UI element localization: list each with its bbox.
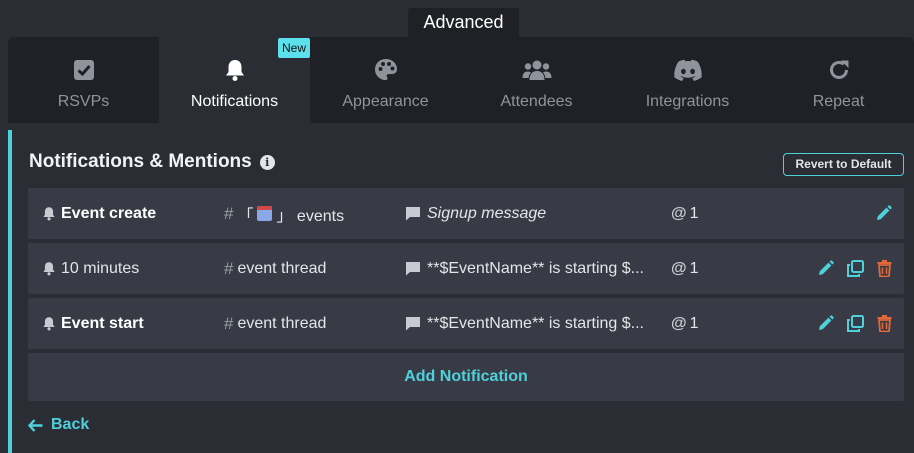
- notifications-panel: Notifications & Mentions i Revert to Def…: [8, 130, 914, 453]
- tab-label: Attendees: [500, 93, 573, 110]
- tab-attendees[interactable]: Attendees: [461, 37, 612, 123]
- tab-repeat[interactable]: Repeat: [763, 37, 914, 123]
- discord-icon: [673, 56, 702, 84]
- bell-icon: [42, 316, 56, 331]
- tab-bar: RSVPs Notifications New Appearance Atten…: [8, 37, 914, 123]
- at-icon: @: [671, 259, 687, 277]
- bell-icon: [42, 261, 56, 276]
- notification-name-text: 10 minutes: [61, 259, 140, 277]
- hash-icon: #: [224, 258, 234, 278]
- panel-title: Notifications & Mentions i: [29, 151, 275, 173]
- tab-label: Notifications: [190, 93, 279, 110]
- message-icon: [405, 206, 421, 221]
- table-row: Event create # 「 」 events Signup message…: [28, 188, 904, 239]
- notification-channel: # event thread: [224, 243, 326, 294]
- tab-label: Integrations: [645, 93, 730, 110]
- add-notification-button[interactable]: Add Notification: [28, 353, 904, 401]
- at-icon: @: [671, 204, 687, 222]
- info-icon[interactable]: i: [259, 154, 275, 170]
- trash-icon[interactable]: [877, 315, 892, 332]
- tab-label: Appearance: [342, 93, 429, 110]
- notification-channel: # event thread: [224, 298, 326, 349]
- users-icon: [522, 56, 552, 84]
- bell-icon: [224, 56, 246, 84]
- mention-count: 1: [689, 204, 699, 222]
- redo-icon: [827, 56, 851, 84]
- table-row: Event start # event thread **$EventName*…: [28, 298, 904, 349]
- message-icon: [405, 261, 421, 276]
- bell-icon: [42, 206, 56, 221]
- calendar-icon: [257, 206, 273, 221]
- palette-icon: [374, 56, 398, 84]
- notification-name-text: Event create: [61, 204, 157, 222]
- revert-to-default-button[interactable]: Revert to Default: [783, 153, 904, 176]
- table-row: 10 minutes # event thread **$EventName**…: [28, 243, 904, 294]
- checkbox-icon: [73, 56, 95, 84]
- new-badge: New: [277, 38, 310, 58]
- copy-icon[interactable]: [847, 315, 864, 332]
- notification-mentions: @ 1: [671, 243, 699, 294]
- notification-list: Event create # 「 」 events Signup message…: [28, 188, 904, 401]
- message-text: **$EventName** is starting $...: [427, 259, 644, 277]
- tab-label: Repeat: [812, 93, 865, 110]
- hash-icon: #: [224, 313, 234, 333]
- tab-appearance[interactable]: Appearance: [310, 37, 461, 123]
- tab-notifications[interactable]: Notifications New: [159, 37, 310, 123]
- notification-message: Signup message: [405, 188, 660, 239]
- edit-icon[interactable]: [817, 315, 834, 332]
- notification-name-text: Event start: [61, 314, 144, 332]
- channel-name: event thread: [237, 259, 327, 277]
- edit-icon[interactable]: [817, 260, 834, 277]
- back-button[interactable]: Back: [28, 416, 89, 434]
- message-text: Signup message: [427, 204, 547, 222]
- channel-suffix: 」 events: [276, 207, 345, 225]
- notification-name: Event start: [42, 298, 144, 349]
- arrow-left-icon: [28, 418, 43, 432]
- tab-integrations[interactable]: Integrations: [612, 37, 763, 123]
- mention-count: 1: [689, 259, 699, 277]
- advanced-header: Advanced: [408, 8, 519, 37]
- channel-prefix: 「: [237, 207, 254, 225]
- notification-message: **$EventName** is starting $...: [405, 243, 660, 294]
- message-text: **$EventName** is starting $...: [427, 314, 644, 332]
- notification-mentions: @ 1: [671, 188, 699, 239]
- panel-title-text: Notifications & Mentions: [29, 151, 252, 172]
- mention-count: 1: [689, 314, 699, 332]
- notification-mentions: @ 1: [671, 298, 699, 349]
- notification-message: **$EventName** is starting $...: [405, 298, 660, 349]
- message-icon: [405, 316, 421, 331]
- notification-channel: # 「 」 events: [224, 188, 344, 239]
- channel-name: event thread: [237, 314, 327, 332]
- edit-icon[interactable]: [875, 205, 892, 222]
- tab-rsvps[interactable]: RSVPs: [8, 37, 159, 123]
- row-actions: [817, 298, 892, 349]
- copy-icon[interactable]: [847, 260, 864, 277]
- notification-name: Event create: [42, 188, 156, 239]
- row-actions: [817, 243, 892, 294]
- notification-name: 10 minutes: [42, 243, 139, 294]
- row-actions: [875, 188, 892, 239]
- back-label: Back: [51, 416, 90, 433]
- hash-icon: #: [224, 203, 234, 223]
- at-icon: @: [671, 314, 687, 332]
- tab-label: RSVPs: [57, 93, 110, 110]
- trash-icon[interactable]: [877, 260, 892, 277]
